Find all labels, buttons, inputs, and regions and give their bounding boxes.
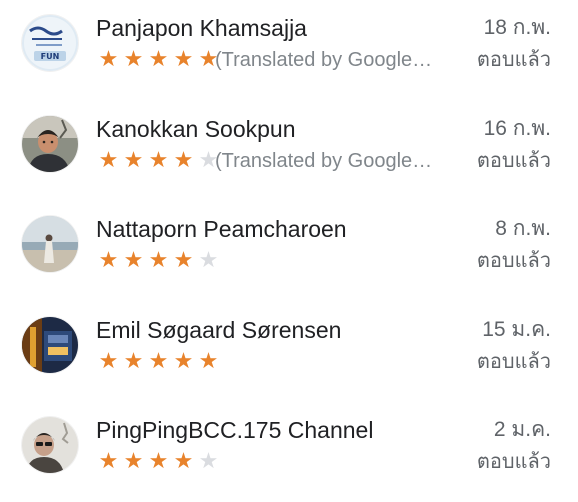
star-filled-icon: ★ xyxy=(98,449,119,474)
review-item[interactable]: Kanokkan Sookpun ★ ★ ★ ★ ★ (Translated by Go… xyxy=(0,101,578,201)
star-filled-icon: ★ xyxy=(198,349,219,374)
reviewer-name: Panjapon Khamsajja xyxy=(96,15,307,41)
reply-status: ตอบแล้ว xyxy=(476,451,551,473)
review-date: 2 ม.ค. xyxy=(493,418,551,441)
review-snippet: (Translated by Google… xyxy=(215,150,433,172)
reviewer-name: Kanokkan Sookpun xyxy=(96,116,296,142)
beach-photo-avatar-icon[interactable] xyxy=(22,216,78,272)
review-item[interactable]: Emil Søgaard Sørensen ★ ★ ★ ★ ★ 15 ม.ค. ตอบแ… xyxy=(0,302,578,402)
person-photo-avatar-icon[interactable] xyxy=(22,116,78,172)
reply-status: ตอบแล้ว xyxy=(476,250,551,272)
star-filled-icon: ★ xyxy=(148,449,169,474)
star-filled-icon: ★ xyxy=(148,349,169,374)
star-rating: ★ ★ ★ ★ ★ xyxy=(97,247,222,275)
star-empty-icon: ★ xyxy=(198,248,219,273)
reviewer-name: Nattaporn Peamcharoen xyxy=(96,216,347,242)
star-filled-icon: ★ xyxy=(98,248,119,273)
star-filled-icon: ★ xyxy=(148,248,169,273)
star-filled-icon: ★ xyxy=(123,47,144,72)
reply-status: ตอบแล้ว xyxy=(476,150,551,172)
logo-avatar-icon[interactable]: FUN xyxy=(22,15,78,71)
reviewer-name: Emil Søgaard Sørensen xyxy=(96,317,342,343)
svg-text:FUN: FUN xyxy=(41,52,60,61)
review-date: 18 ก.พ. xyxy=(483,16,551,39)
review-date: 8 ก.พ. xyxy=(495,217,551,240)
review-date: 16 ก.พ. xyxy=(483,117,551,140)
star-filled-icon: ★ xyxy=(173,349,194,374)
star-filled-icon: ★ xyxy=(173,248,194,273)
star-rating: ★ ★ ★ ★ ★ xyxy=(97,147,222,175)
person-photo-avatar-icon[interactable] xyxy=(22,417,78,473)
star-empty-icon: ★ xyxy=(198,449,219,474)
star-rating: ★ ★ ★ ★ ★ xyxy=(97,46,222,74)
star-filled-icon: ★ xyxy=(98,47,119,72)
reply-status: ตอบแล้ว xyxy=(476,49,551,71)
star-filled-icon: ★ xyxy=(123,248,144,273)
review-snippet: (Translated by Google… xyxy=(215,49,433,71)
star-filled-icon: ★ xyxy=(98,148,119,173)
star-rating: ★ ★ ★ ★ ★ xyxy=(97,348,222,376)
reply-status: ตอบแล้ว xyxy=(476,351,551,373)
star-filled-icon: ★ xyxy=(98,349,119,374)
star-filled-icon: ★ xyxy=(123,148,144,173)
star-filled-icon: ★ xyxy=(173,148,194,173)
review-list: FUN Panjapon Khamsajja ★ ★ ★ ★ ★ (Translated… xyxy=(0,0,578,500)
star-filled-icon: ★ xyxy=(123,449,144,474)
night-scene-avatar-icon[interactable] xyxy=(22,317,78,373)
star-filled-icon: ★ xyxy=(123,349,144,374)
star-filled-icon: ★ xyxy=(148,148,169,173)
review-item[interactable]: Nattaporn Peamcharoen ★ ★ ★ ★ ★ 8 ก.พ. ตอบแล… xyxy=(0,201,578,301)
review-item[interactable]: PingPingBCC.175 Channel ★ ★ ★ ★ ★ 2 ม.ค. ตอบ… xyxy=(0,402,578,502)
review-date: 15 ม.ค. xyxy=(482,318,551,341)
star-filled-icon: ★ xyxy=(173,47,194,72)
star-filled-icon: ★ xyxy=(173,449,194,474)
review-item[interactable]: FUN Panjapon Khamsajja ★ ★ ★ ★ ★ (Translated… xyxy=(0,0,578,100)
reviewer-name: PingPingBCC.175 Channel xyxy=(96,417,374,443)
star-rating: ★ ★ ★ ★ ★ xyxy=(97,448,222,476)
star-filled-icon: ★ xyxy=(148,47,169,72)
